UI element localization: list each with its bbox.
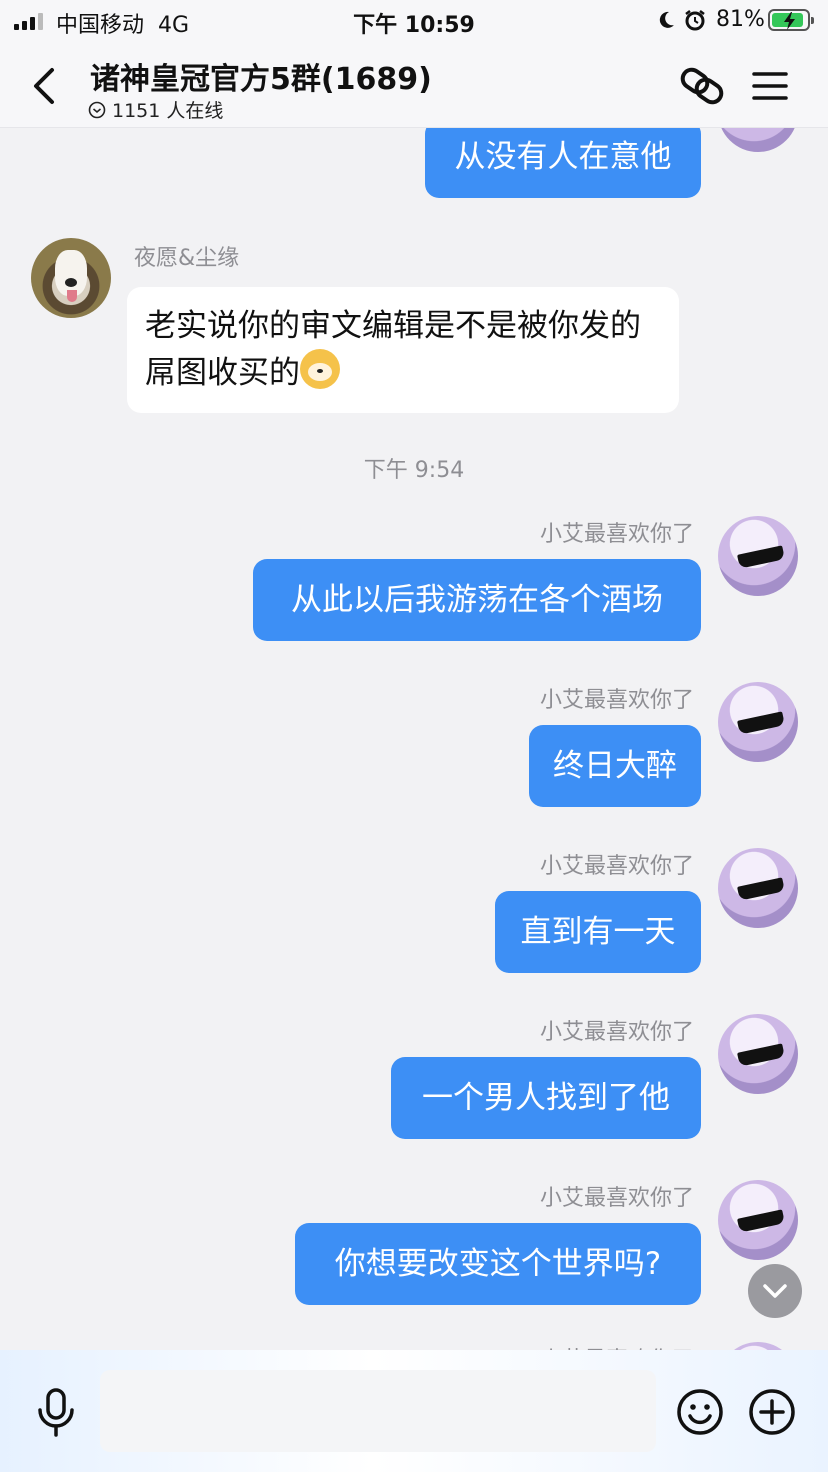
dog-emoji-icon xyxy=(300,349,340,389)
avatar[interactable] xyxy=(718,1180,798,1260)
message-bubble[interactable]: 一个男人找到了他 xyxy=(391,1057,701,1139)
avatar[interactable] xyxy=(718,128,798,152)
online-status[interactable]: 1151 人在线 xyxy=(88,96,223,123)
battery-percent: 81% xyxy=(716,7,765,32)
sender-name: 小艾最喜欢你了 xyxy=(539,854,694,879)
sender-name: 小艾最喜欢你了 xyxy=(539,1186,694,1211)
avatar[interactable] xyxy=(718,516,798,596)
message-bubble[interactable]: 你想要改变这个世界吗? xyxy=(295,1223,701,1305)
scroll-to-bottom-button[interactable] xyxy=(748,1264,802,1318)
microphone-icon[interactable] xyxy=(34,1388,78,1438)
avatar[interactable] xyxy=(718,682,798,762)
composer-bar xyxy=(0,1350,828,1472)
sender-name: 小艾最喜欢你了 xyxy=(539,1020,694,1045)
battery-icon xyxy=(768,9,814,31)
status-bar: 中国移动 4G 下午 10:59 81% xyxy=(0,0,828,44)
avatar[interactable] xyxy=(31,238,111,318)
menu-icon[interactable] xyxy=(752,70,788,102)
timestamp: 下午 9:54 xyxy=(363,458,465,483)
smiley-icon[interactable] xyxy=(676,1388,724,1436)
sender-name: 小艾最喜欢你了 xyxy=(539,522,694,547)
message-list[interactable]: 从没有人在意他 夜愿&尘缘 老实说你的审文编辑是不是被你发的屌图收买的 下午 9… xyxy=(0,128,828,1350)
message-bubble[interactable]: 直到有一天 xyxy=(495,891,701,973)
sender-name: 小艾最喜欢你了 xyxy=(539,688,694,713)
sender-name: 小艾最喜欢你了 xyxy=(440,1342,694,1350)
group-title[interactable]: 诸神皇冠官方5群(1689) xyxy=(90,54,432,98)
chat-header: 诸神皇冠官方5群(1689) 1151 人在线 xyxy=(0,44,828,128)
chevron-left-icon[interactable] xyxy=(28,66,62,106)
chevron-down-icon xyxy=(763,1284,787,1298)
message-bubble[interactable]: 从没有人在意他 xyxy=(425,128,701,198)
message-bubble[interactable]: 终日大醉 xyxy=(529,725,701,807)
message-bubble[interactable]: 老实说你的审文编辑是不是被你发的屌图收买的 xyxy=(127,287,679,413)
avatar[interactable] xyxy=(718,848,798,928)
avatar[interactable] xyxy=(718,1342,798,1350)
moon-icon xyxy=(659,11,674,28)
sender-name: 夜愿&尘缘 xyxy=(134,246,240,271)
message-text: 老实说你的审文编辑是不是被你发的屌图收买的 xyxy=(145,308,641,391)
online-count: 1151 人在线 xyxy=(112,100,224,122)
avatar[interactable] xyxy=(718,1014,798,1094)
message-input[interactable] xyxy=(100,1370,656,1452)
check-circle-icon xyxy=(88,101,106,118)
message-bubble[interactable]: 从此以后我游荡在各个酒场 xyxy=(253,559,701,641)
alarm-icon xyxy=(685,10,705,31)
plus-circle-icon[interactable] xyxy=(748,1388,796,1436)
link-icon[interactable] xyxy=(678,64,726,108)
